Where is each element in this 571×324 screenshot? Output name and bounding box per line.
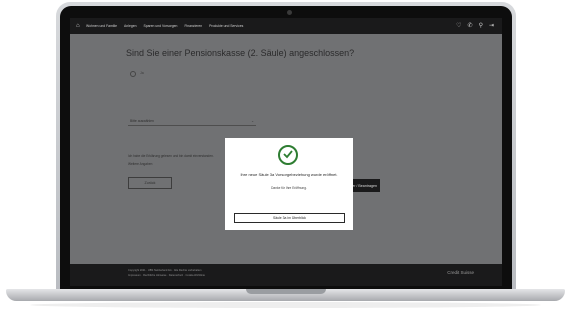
radio-label: Ja: [140, 71, 144, 75]
modal-subtitle: Danke für Ihre Eröffnung.: [271, 186, 307, 190]
select-dropdown[interactable]: Bitte auswählen ⌄: [128, 116, 256, 126]
modal-title: Ihre neue Säule 3a Vorsorgebeziehung wur…: [240, 172, 338, 177]
laptop-notch: [246, 289, 326, 294]
success-modal: Ihre neue Säule 3a Vorsorgebeziehung wur…: [225, 138, 353, 230]
radio-yes[interactable]: [130, 71, 136, 77]
help-text: Ich habe die Erklärung gelesen und bin d…: [128, 154, 214, 158]
overview-button[interactable]: Säule 3a im Überblick: [234, 213, 345, 223]
check-icon: [283, 150, 293, 159]
top-icons: ♡ ✆ ⚲ ⇥: [456, 22, 494, 30]
laptop-mockup: ⌂ Wohnen und Familie Anlegen Sparen und …: [0, 0, 571, 324]
back-button[interactable]: Zurück: [128, 177, 172, 189]
brand-logo: Credit Suisse: [447, 270, 474, 275]
nav-item-sparen[interactable]: Sparen und Vorsorgen: [144, 24, 178, 28]
main-content: Sind Sie einer Pensionskasse (2. Säule) …: [70, 34, 502, 264]
footer-copyright: Copyright 2021 · UBS Switzerland AG · Al…: [128, 269, 202, 272]
footer: Copyright 2021 · UBS Switzerland AG · Al…: [70, 264, 502, 286]
home-icon[interactable]: ⌂: [76, 23, 86, 29]
nav-item-produkte[interactable]: Produkte und Services: [209, 24, 243, 28]
select-value: Bitte auswählen: [130, 118, 154, 123]
phone-icon[interactable]: ✆: [468, 22, 473, 30]
user-icon[interactable]: ⚲: [479, 22, 483, 30]
chevron-down-icon: ⌄: [251, 118, 254, 123]
more-link[interactable]: Weitere Angaben: [128, 162, 152, 166]
location-icon[interactable]: ♡: [456, 22, 461, 30]
page-title: Sind Sie einer Pensionskasse (2. Säule) …: [126, 48, 355, 58]
camera-icon: [287, 10, 292, 15]
logout-icon[interactable]: ⇥: [489, 22, 494, 30]
laptop-shadow: [30, 302, 541, 308]
nav-item-wohnen[interactable]: Wohnen und Familie: [86, 24, 117, 28]
screen: ⌂ Wohnen und Familie Anlegen Sparen und …: [70, 18, 502, 286]
nav-item-finanzieren[interactable]: Finanzieren: [184, 24, 202, 28]
nav-item-anlegen[interactable]: Anlegen: [124, 24, 136, 28]
top-navigation: ⌂ Wohnen und Familie Anlegen Sparen und …: [70, 18, 502, 34]
footer-links[interactable]: Impressum · Rechtliche Hinweise · Datens…: [128, 274, 205, 277]
